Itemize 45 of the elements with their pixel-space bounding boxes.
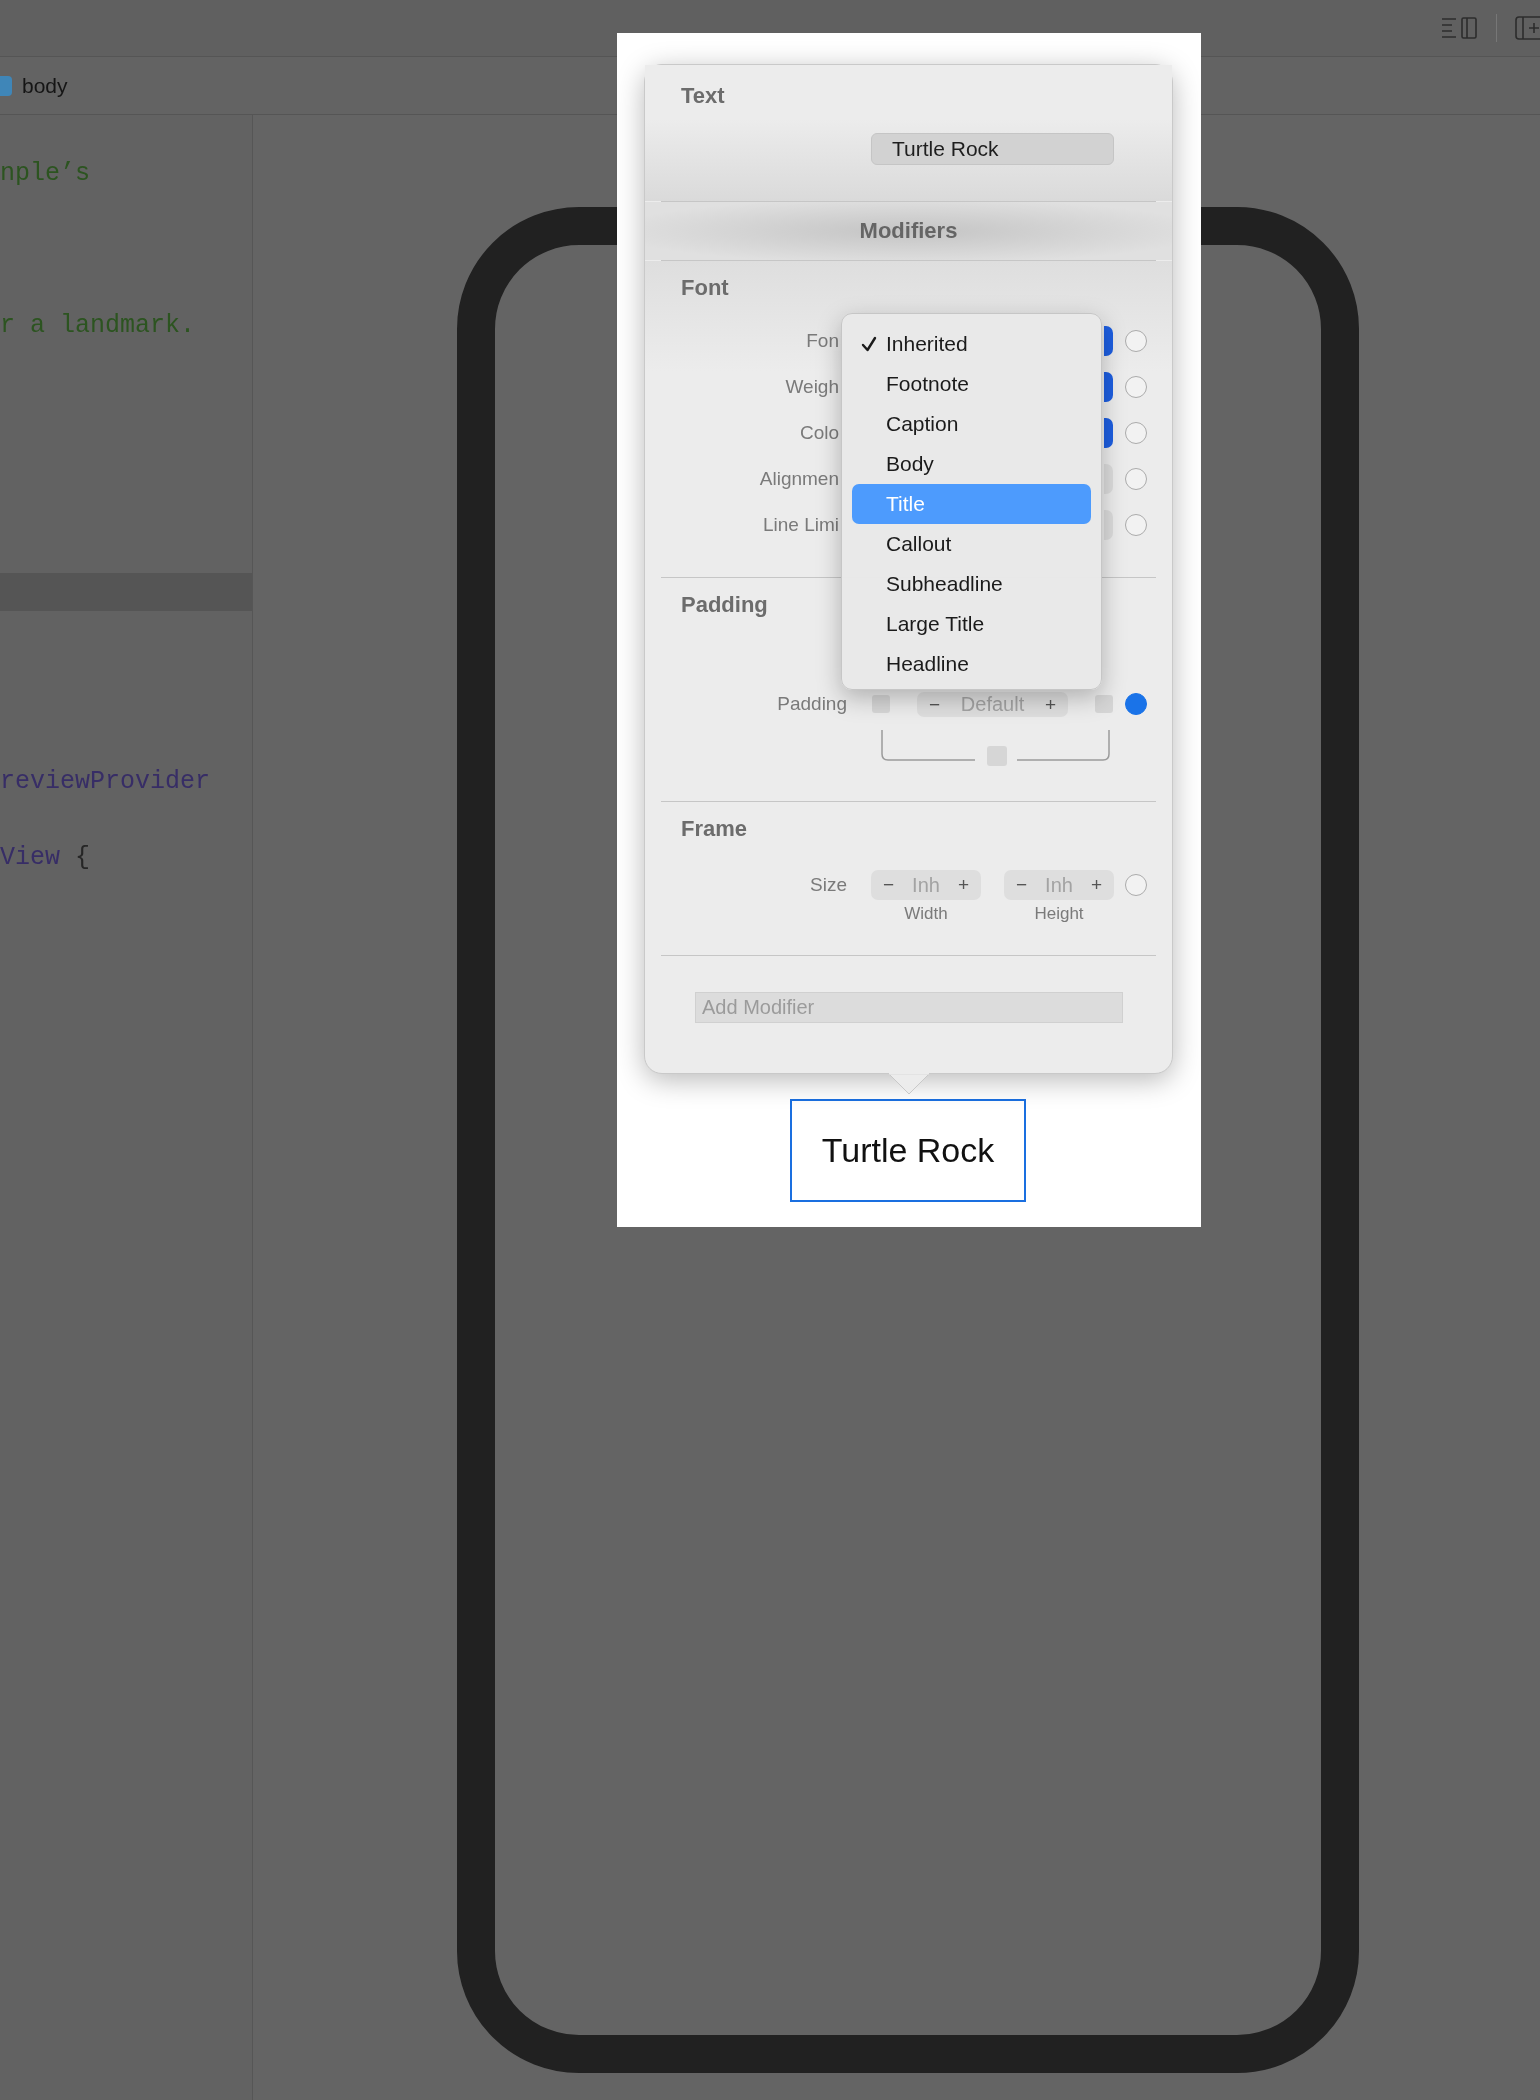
edge-checkbox[interactable] (872, 695, 890, 713)
field-caption: Width (903, 904, 949, 924)
preview-text[interactable]: Turtle Rock (790, 1099, 1026, 1202)
modifiers-heading: Modifiers (859, 218, 958, 244)
menu-item[interactable]: Footnote (852, 364, 1091, 404)
edge-checkbox[interactable] (1095, 695, 1113, 713)
section-heading: Font (681, 275, 730, 301)
size-stepper[interactable]: − Inh + (871, 870, 981, 900)
code-line: r a landmark. (0, 310, 197, 342)
radio-button[interactable] (1125, 422, 1147, 444)
field-label: Line Limi (762, 514, 839, 536)
padding-stepper[interactable]: − Default + (917, 692, 1068, 717)
field-label: Alignmen (759, 468, 839, 490)
text-field[interactable]: Turtle Rock (871, 133, 1114, 165)
popup-button[interactable] (1104, 372, 1113, 402)
radio-button[interactable] (1125, 330, 1147, 352)
radio-button[interactable] (1125, 514, 1147, 536)
size-stepper[interactable]: − Inh + (1004, 870, 1114, 900)
property-icon (0, 75, 12, 96)
add-modifier-field[interactable]: Add Modifier (695, 992, 1123, 1023)
menu-item[interactable]: Headline (852, 644, 1091, 684)
section-heading: Frame (681, 816, 749, 842)
field-label: Weigh (785, 376, 839, 398)
popup-button[interactable] (1104, 418, 1113, 448)
menu-item[interactable]: Large Title (852, 604, 1091, 644)
menu-item[interactable]: Callout (852, 524, 1091, 564)
inspector-layout-icon[interactable] (1441, 15, 1478, 41)
add-panel-icon[interactable] (1515, 15, 1540, 41)
menu-item[interactable]: Caption (852, 404, 1091, 444)
radio-button[interactable] (1125, 874, 1147, 896)
radio-button[interactable] (1125, 693, 1147, 715)
menu-item[interactable]: Body (852, 444, 1091, 484)
code-line: nple’s (0, 158, 91, 190)
field-label: Fon (806, 330, 839, 352)
section-heading: Text (681, 83, 726, 109)
radio-button[interactable] (1125, 376, 1147, 398)
popup-button[interactable] (1104, 326, 1113, 356)
radio-button[interactable] (1125, 468, 1147, 490)
menu-item[interactable]: Inherited (852, 324, 1091, 364)
field-caption: Height (1033, 904, 1085, 924)
menu-item[interactable]: Subheadline (852, 564, 1091, 604)
field-label: Size (809, 874, 847, 896)
field-label: Padding (776, 693, 847, 715)
field-label: Colo (799, 422, 839, 444)
section-heading: Padding (681, 592, 769, 618)
